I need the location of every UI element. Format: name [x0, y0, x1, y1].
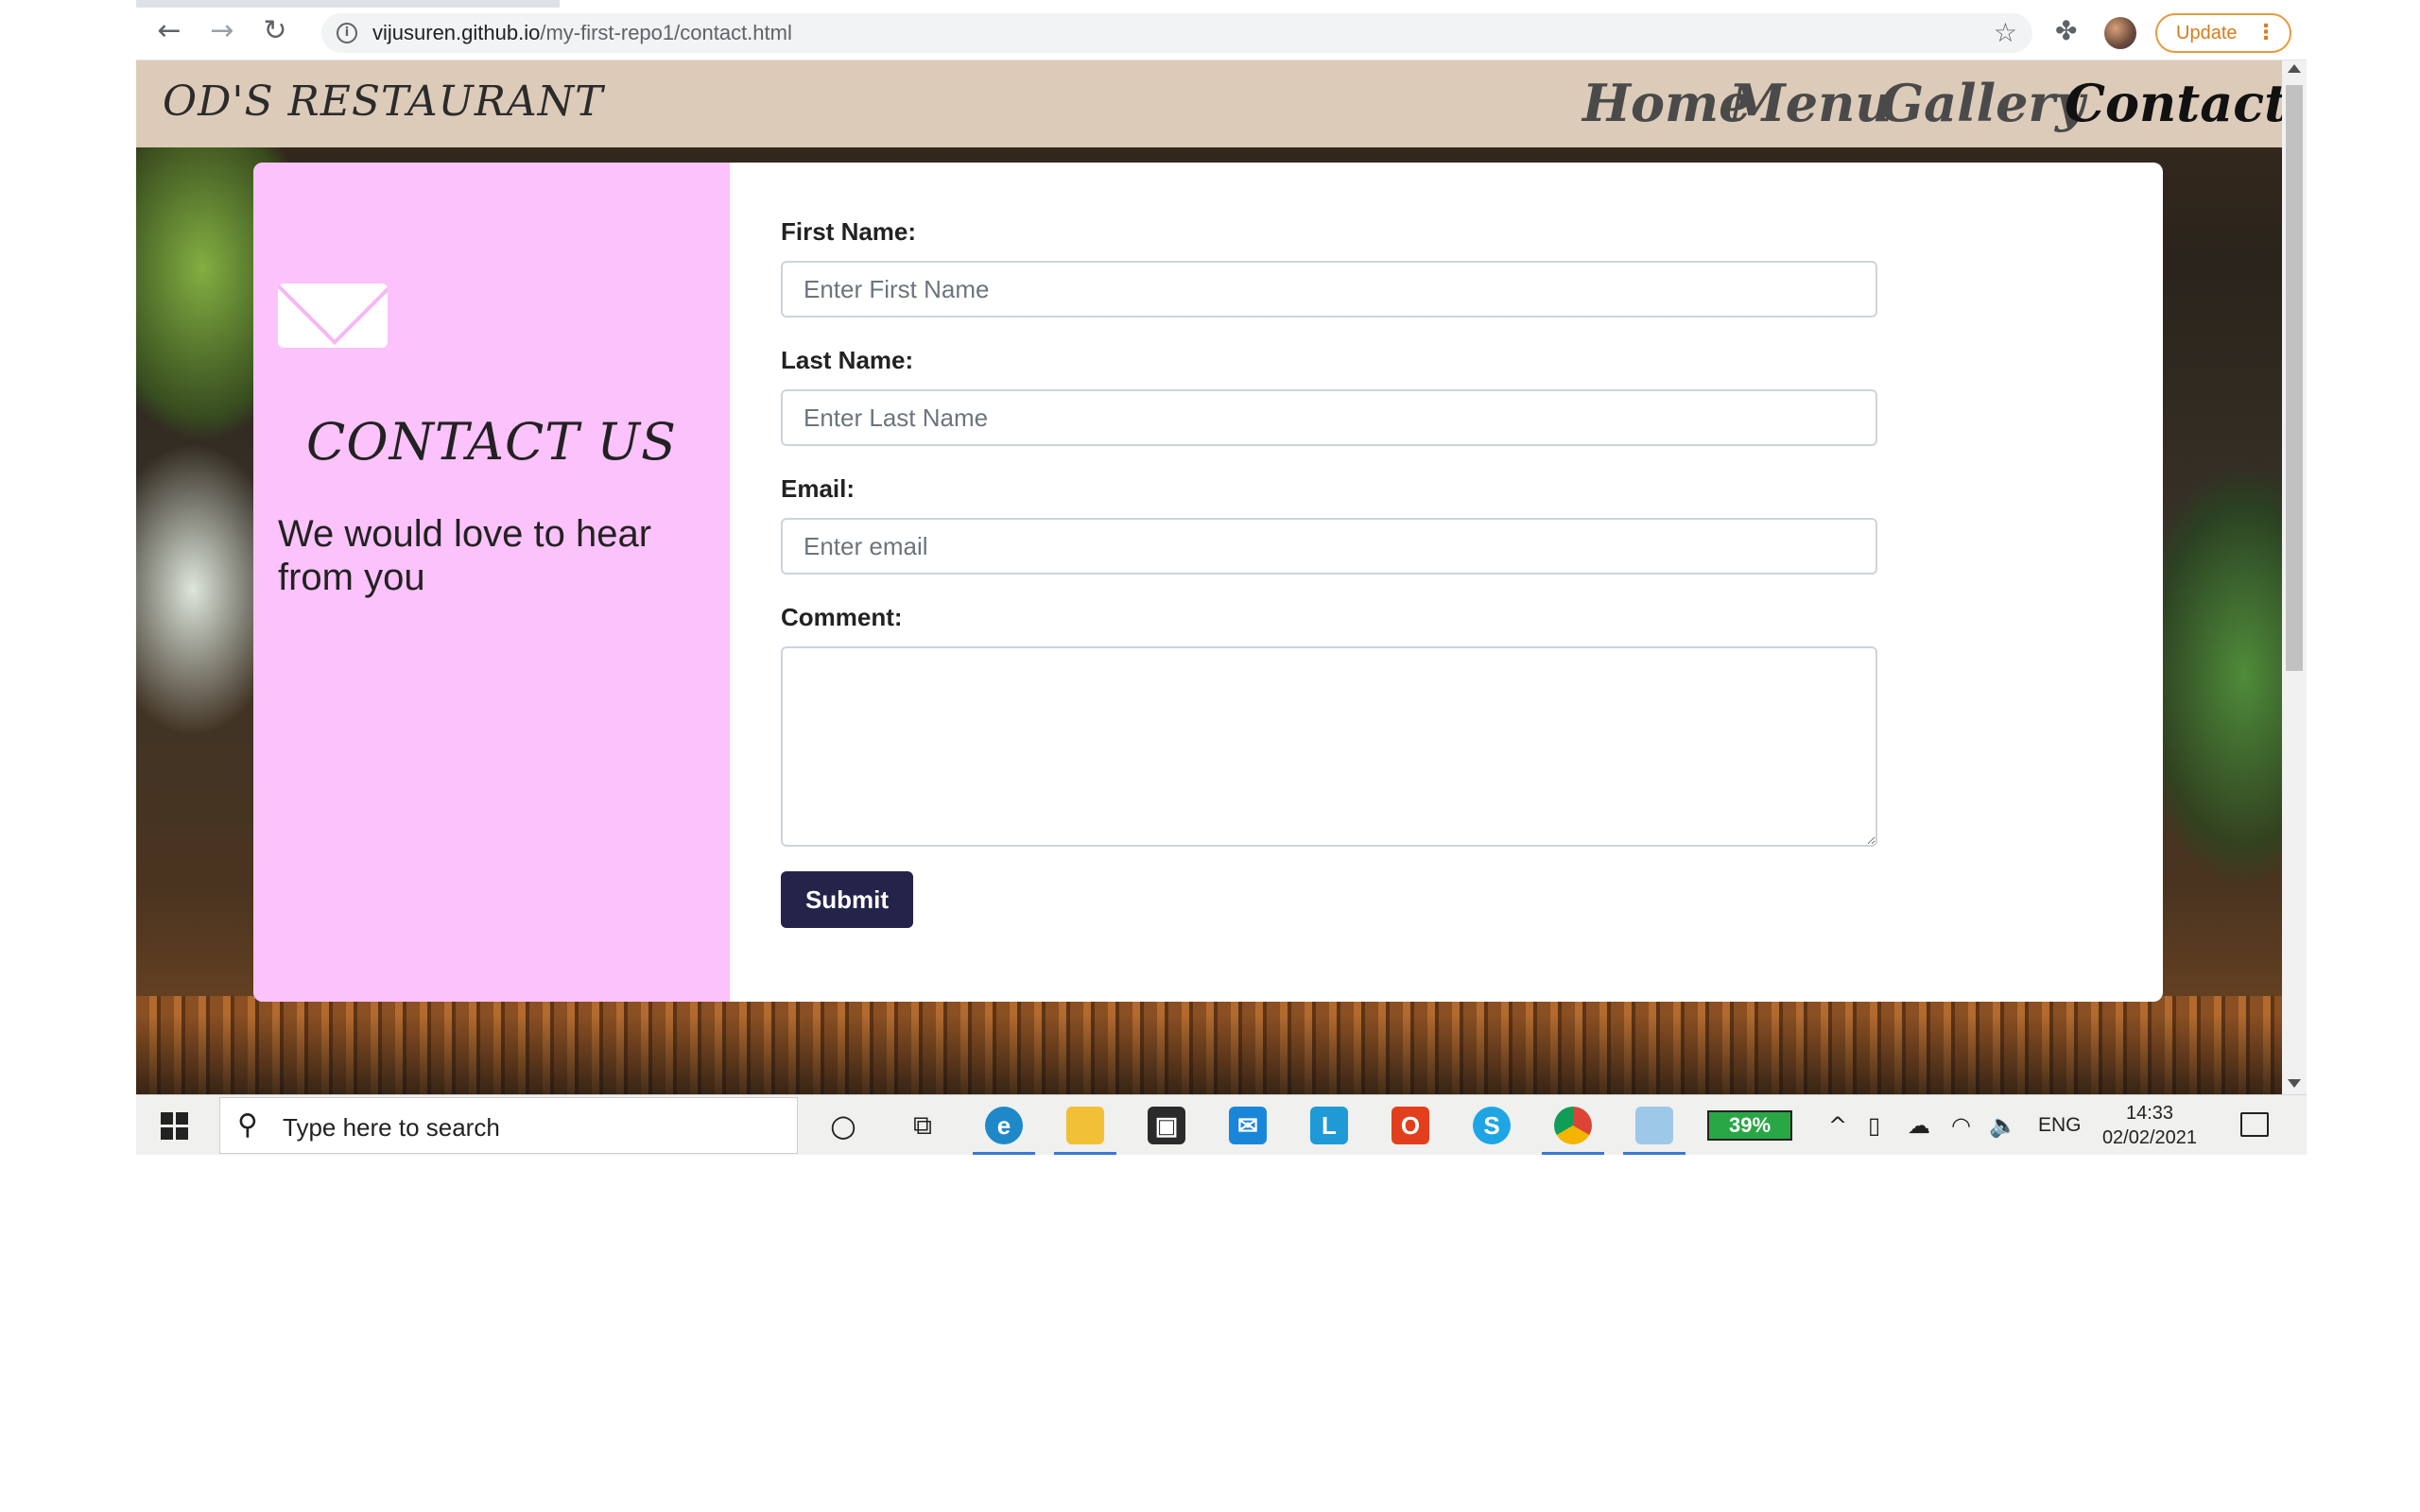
comment-label: Comment: — [781, 603, 903, 631]
onedrive-cloud-icon[interactable]: ☁ — [1908, 1110, 1930, 1141]
office-icon[interactable]: O — [1392, 1107, 1429, 1144]
show-hidden-icons-chevron-icon[interactable]: ^ — [1828, 1110, 1847, 1141]
clock-date: 02/02/2021 — [2101, 1127, 2198, 1148]
store-icon[interactable]: ▣ — [1148, 1107, 1185, 1144]
paint-app-icon[interactable] — [1635, 1107, 1673, 1144]
taskbar-search-placeholder: Type here to search — [283, 1113, 500, 1142]
submit-button[interactable]: Submit — [781, 871, 913, 928]
contact-heading: CONTACT US — [306, 412, 677, 472]
battery-indicator[interactable]: 39% — [1707, 1110, 1792, 1141]
contact-subheading: We would love to hear from you — [278, 513, 652, 598]
site-info-icon[interactable]: i — [337, 23, 357, 43]
page-viewport: OD'S RESTAURANT Home Menu Gallery Contac… — [136, 60, 2282, 1094]
contact-card: CONTACT US We would love to hear from yo… — [253, 163, 2163, 1002]
update-label: Update — [2176, 23, 2238, 43]
action-center-icon[interactable] — [2240, 1112, 2269, 1137]
forward-icon[interactable]: → — [208, 17, 236, 45]
first-name-label: First Name: — [781, 217, 917, 246]
kebab-menu-icon[interactable]: ⋮ — [2256, 15, 2276, 51]
task-view-icon[interactable]: ⧉ — [904, 1107, 942, 1144]
site-brand[interactable]: OD'S RESTAURANT — [163, 77, 604, 127]
file-explorer-icon[interactable] — [1066, 1107, 1104, 1144]
wifi-icon[interactable]: ◠ — [1951, 1110, 1971, 1141]
background-restaurant-tables — [136, 1015, 2282, 1094]
address-bar[interactable]: i vijusuren.github.io/my-first-repo1/con… — [321, 13, 2032, 53]
nav-contact[interactable]: Contact — [2065, 74, 2282, 132]
nav-gallery[interactable]: Gallery — [1880, 74, 2084, 132]
site-navbar: OD'S RESTAURANT Home Menu Gallery Contac… — [136, 60, 2282, 147]
back-icon[interactable]: ← — [155, 17, 183, 45]
clock-time: 14:33 — [2125, 1103, 2174, 1124]
update-button[interactable]: Update ⋮ — [2155, 13, 2291, 53]
scrollbar-thumb[interactable] — [2286, 85, 2303, 671]
active-tab[interactable] — [560, 0, 2307, 8]
bookmark-star-icon[interactable]: ☆ — [1994, 19, 2017, 47]
envelope-icon — [278, 284, 388, 348]
edge-browser-icon[interactable]: e — [985, 1107, 1023, 1144]
reload-icon[interactable]: ↻ — [261, 17, 289, 45]
windows-start-icon[interactable] — [161, 1112, 189, 1141]
email-label: Email: — [781, 474, 856, 503]
edge-running-indicator — [973, 1152, 1035, 1155]
last-name-input[interactable] — [781, 389, 1877, 446]
url-host: vijusuren.github.io — [372, 21, 541, 44]
nav-menu[interactable]: Menu — [1729, 74, 1893, 132]
url-text: vijusuren.github.io/my-first-repo1/conta… — [372, 23, 792, 43]
language-indicator[interactable]: ENG — [2038, 1110, 2082, 1141]
url-path: /my-first-repo1/contact.html — [540, 21, 792, 44]
scroll-down-arrow-icon[interactable] — [2288, 1079, 2301, 1088]
nav-home[interactable]: Home — [1582, 74, 1752, 132]
windows-taskbar: ⚲ Type here to search ○ ⧉ e ▣ ✉ L O S 39… — [136, 1094, 2307, 1155]
cortana-icon[interactable]: ○ — [824, 1107, 862, 1144]
search-icon: ⚲ — [237, 1108, 258, 1142]
chrome-icon[interactable] — [1554, 1107, 1592, 1144]
email-input[interactable] — [781, 518, 1877, 575]
screen: ← → ↻ i vijusuren.github.io/my-first-rep… — [136, 0, 2307, 1155]
contact-side-panel: CONTACT US We would love to hear from yo… — [253, 163, 730, 1002]
lync-app-icon[interactable]: L — [1310, 1107, 1348, 1144]
chrome-running-indicator — [1542, 1152, 1604, 1155]
system-clock[interactable]: 14:33 02/02/2021 — [2093, 1101, 2206, 1150]
profile-avatar[interactable] — [2104, 17, 2136, 49]
volume-icon[interactable]: 🔈 — [1989, 1110, 2017, 1141]
first-name-input[interactable] — [781, 261, 1877, 318]
tab-strip — [136, 0, 2307, 8]
comment-textarea[interactable] — [781, 646, 1877, 847]
last-name-label: Last Name: — [781, 346, 914, 374]
browser-toolbar: ← → ↻ i vijusuren.github.io/my-first-rep… — [136, 0, 2307, 60]
paint-running-indicator — [1623, 1152, 1685, 1155]
explorer-running-indicator — [1054, 1152, 1116, 1155]
vertical-scrollbar[interactable] — [2282, 60, 2307, 1094]
scroll-up-arrow-icon[interactable] — [2288, 64, 2301, 73]
device-tray-icon[interactable]: ▯ — [1868, 1110, 1880, 1141]
mail-app-icon[interactable]: ✉ — [1229, 1107, 1267, 1144]
taskbar-search-box[interactable]: ⚲ Type here to search — [219, 1097, 798, 1154]
skype-icon[interactable]: S — [1473, 1107, 1511, 1144]
extensions-puzzle-icon[interactable]: ✤ — [2055, 17, 2077, 45]
